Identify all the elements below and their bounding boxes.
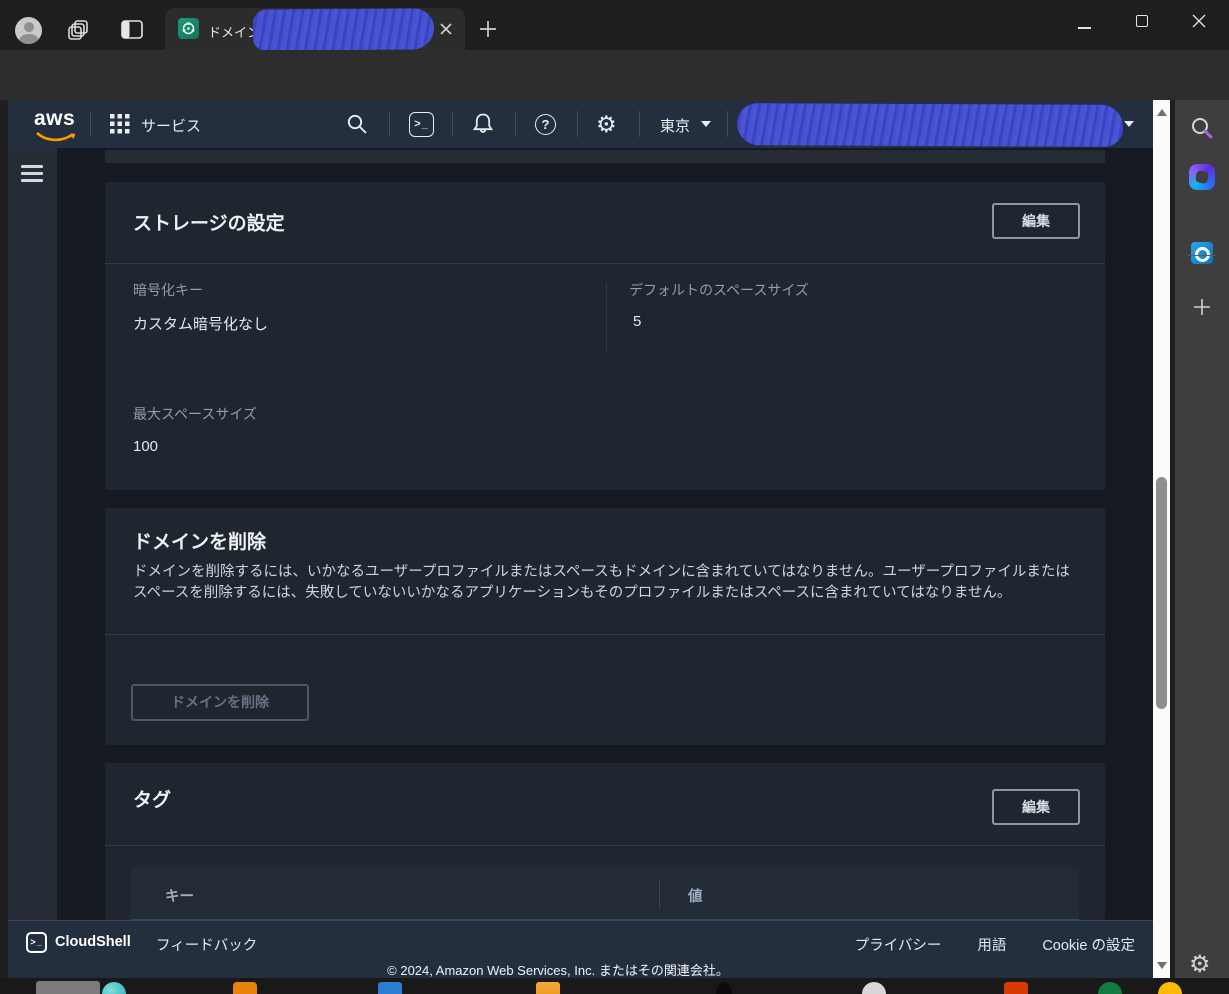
taskbar-app-orange-icon[interactable] [233, 982, 257, 994]
taskbar-widgets-highlight[interactable] [36, 981, 100, 994]
sagemaker-favicon-icon [178, 18, 199, 39]
window-maximize-button[interactable] [1136, 15, 1148, 27]
delete-domain-card: ドメインを削除 ドメインを削除するには、いかなるユーザープロファイルまたはスペー… [105, 508, 1105, 745]
previous-section-edge [105, 150, 1105, 163]
scrollbar-thumb[interactable] [1156, 477, 1167, 709]
workspaces-icon[interactable] [67, 18, 91, 42]
aws-smile-icon [36, 131, 76, 142]
taskbar-app-red-icon[interactable] [1004, 982, 1028, 994]
vertical-tabs-icon[interactable] [121, 20, 143, 40]
max-space-size-value: 100 [133, 438, 159, 455]
delete-domain-title: ドメインを削除 [133, 532, 267, 553]
aws-footer: >_ CloudShell フィードバック プライバシー 用語 Cookie の… [8, 920, 1153, 978]
nav-cloudshell-icon[interactable]: >_ [409, 112, 434, 137]
tags-card-title: タグ [133, 790, 172, 811]
taskbar-app-black-icon[interactable] [716, 982, 732, 994]
window-close-button[interactable] [1192, 14, 1206, 28]
taskbar-app-yellow-icon[interactable] [1158, 982, 1182, 994]
taskbar-app-blue-icon[interactable] [378, 982, 402, 994]
region-caret-icon [701, 121, 711, 127]
services-grid-icon[interactable] [110, 114, 130, 134]
region-selector[interactable]: 東京 [660, 115, 690, 136]
footer-cloudshell-icon[interactable]: >_ [26, 932, 47, 953]
window-minimize-button[interactable] [1078, 27, 1091, 29]
taskbar-app-green-icon[interactable] [1098, 982, 1122, 994]
encryption-key-value: カスタム暗号化なし [133, 316, 269, 333]
sidebar-m365-copilot-icon[interactable] [1189, 164, 1215, 190]
scrollbar-down-arrow-icon[interactable] [1156, 962, 1167, 969]
edge-sidebar: ⚙ [1175, 100, 1229, 994]
side-nav-rail [8, 148, 57, 920]
sidebar-settings-gear-icon[interactable]: ⚙ [1189, 952, 1211, 978]
encryption-key-label: 暗号化キー [133, 282, 203, 298]
taskbar-app-gray-icon[interactable] [862, 982, 886, 994]
tags-table-header: キー 値 [131, 867, 1079, 920]
sidebar-outlook-icon[interactable] [1191, 242, 1213, 264]
nav-settings-gear-icon[interactable]: ⚙ [596, 112, 617, 136]
console-page: ストレージの設定 編集 暗号化キー カスタム暗号化なし デフォルトのスペースサイ… [8, 148, 1153, 920]
nav-help-icon[interactable]: ? [535, 114, 556, 135]
aws-logo[interactable]: aws [34, 107, 78, 142]
nav-search-icon[interactable] [346, 113, 368, 135]
tab-close-icon[interactable] [439, 22, 453, 36]
taskbar-edge-icon[interactable] [102, 982, 126, 994]
browser-toolbar: S [0, 50, 1229, 144]
page-scrollbar[interactable] [1153, 100, 1170, 978]
tags-card: タグ 編集 キー 値 [105, 763, 1105, 920]
delete-domain-button[interactable]: ドメインを削除 [131, 684, 309, 721]
footer-cookie-link[interactable]: Cookie の設定 [1042, 934, 1135, 955]
account-name-redaction[interactable] [736, 103, 1124, 147]
browser-titlebar: ドメイン [0, 0, 1229, 51]
taskbar-folder-icon[interactable] [536, 982, 560, 994]
footer-terms-link[interactable]: 用語 [977, 934, 1006, 955]
max-space-size-label: 最大スペースサイズ [133, 406, 257, 422]
menu-hamburger-icon[interactable] [21, 165, 43, 184]
browser-tab[interactable]: ドメイン [165, 8, 465, 51]
windows-taskbar [0, 978, 1229, 994]
nav-notifications-bell-icon[interactable] [471, 112, 495, 137]
nav-services-label[interactable]: サービス [141, 115, 201, 136]
aws-top-nav: aws サービス >_ ? ⚙ 東京 [8, 100, 1153, 148]
sidebar-add-icon[interactable] [1193, 298, 1211, 316]
delete-domain-description: ドメインを削除するには、いかなるユーザープロファイルまたはスペースもドメインに含… [133, 564, 1070, 601]
tags-edit-button[interactable]: 編集 [992, 789, 1080, 825]
footer-feedback-link[interactable]: フィードバック [156, 934, 257, 955]
storage-edit-button[interactable]: 編集 [992, 203, 1080, 239]
storage-settings-card: ストレージの設定 編集 暗号化キー カスタム暗号化なし デフォルトのスペースサイ… [105, 182, 1105, 490]
footer-copyright: © 2024, Amazon Web Services, Inc. またはその関… [387, 963, 729, 978]
tags-column-key: キー [165, 889, 194, 905]
storage-card-title: ストレージの設定 [133, 213, 285, 235]
sidebar-search-icon[interactable] [1189, 115, 1215, 141]
tab-title-redaction [252, 8, 435, 51]
tags-column-value: 値 [688, 889, 703, 905]
default-space-size-label: デフォルトのスペースサイズ [629, 282, 809, 298]
footer-privacy-link[interactable]: プライバシー [855, 934, 942, 955]
footer-cloudshell-label[interactable]: CloudShell [55, 934, 131, 950]
default-space-size-value: 5 [633, 313, 642, 330]
profile-avatar[interactable] [15, 17, 42, 44]
new-tab-icon[interactable] [479, 20, 497, 38]
column-divider [606, 283, 607, 352]
browser-window: ドメイン S [0, 0, 1229, 994]
account-caret-icon [1124, 121, 1134, 127]
sidebar-divider [1188, 255, 1216, 256]
scrollbar-up-arrow-icon[interactable] [1156, 109, 1167, 116]
